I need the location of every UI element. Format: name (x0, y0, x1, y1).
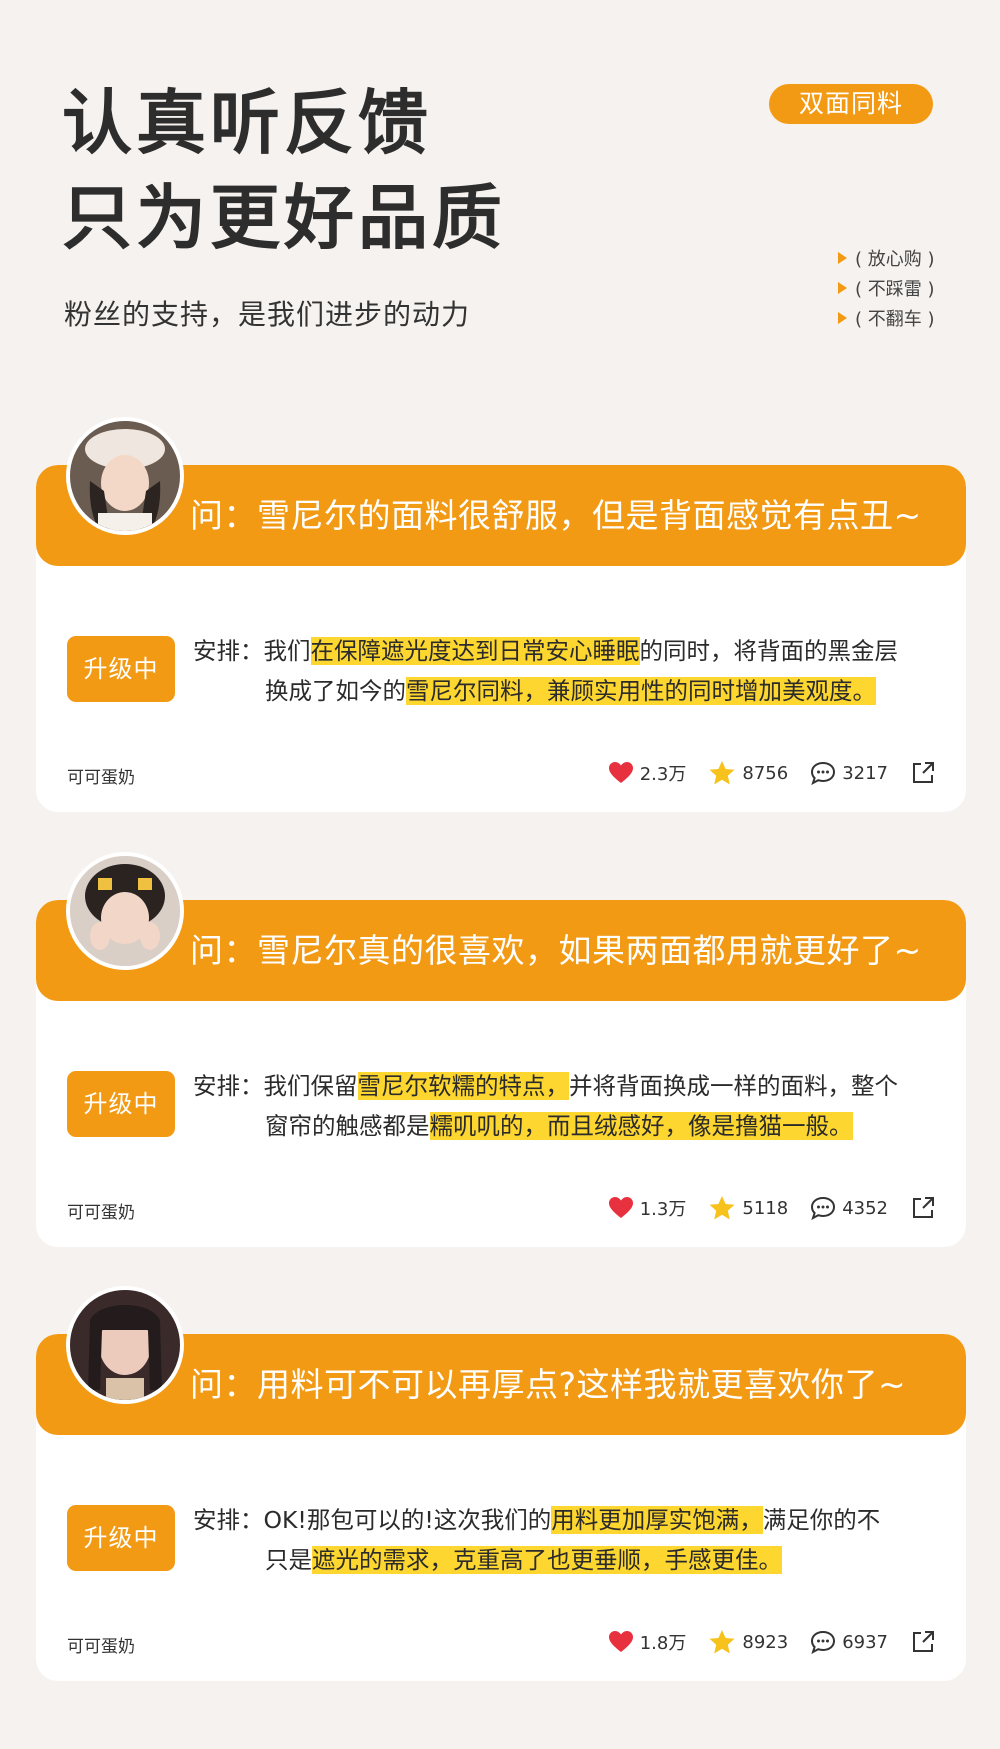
comment-icon (811, 1630, 836, 1654)
comment-count: 4352 (842, 1197, 888, 1219)
author-name: 可可蛋奶 (67, 1637, 135, 1657)
status-badge: 升级中 (67, 636, 175, 702)
like-stat[interactable]: 1.3万 (608, 1195, 687, 1221)
share-icon (913, 1631, 934, 1652)
answer-text: 安排：我们在保障遮光度达到日常安心睡眠的同时，将背面的黑金层 换成了如今的雪尼尔… (193, 631, 953, 711)
comment-icon (811, 1196, 836, 1220)
user-avatar-image (70, 421, 180, 531)
comment-stat[interactable]: 6937 (810, 1630, 888, 1654)
comment-count: 6937 (842, 1631, 888, 1653)
like-stat[interactable]: 1.8万 (608, 1629, 687, 1655)
like-count: 1.3万 (639, 1199, 687, 1220)
answer-segment: 安排：我们保留 (193, 1072, 358, 1100)
favorite-count: 8923 (742, 1631, 789, 1653)
share-icon (913, 762, 934, 783)
author-name: 可可蛋奶 (67, 1203, 135, 1223)
answer-highlight: 在保障遮光度达到日常安心睡眠 (310, 637, 640, 665)
triangle-bullet-icon (838, 252, 847, 264)
heart-icon (608, 1197, 633, 1218)
comment-count: 3217 (842, 762, 888, 784)
question-text: 问：雪尼尔的面料很舒服，但是背面感觉有点丑~ (190, 496, 922, 535)
avatar (66, 417, 184, 535)
answer-highlight: 糯叽叽的，而且绒感好，像是撸猫一般。 (429, 1112, 853, 1140)
answer-segment: 安排：我们 (193, 637, 311, 665)
comment-stat[interactable]: 3217 (810, 761, 888, 785)
engagement-stats: 1.3万 5118 4352 (586, 1192, 942, 1224)
answer-text: 安排：我们保留雪尼尔软糯的特点，并将背面换成一样的面料，整个 窗帘的触感都是糯叽… (193, 1066, 953, 1146)
page-title-line-2: 只为更好品质 (62, 177, 506, 259)
answer-highlight: 遮光的需求，克重高了也更垂顺，手感更佳。 (312, 1546, 782, 1574)
feedback-card: 问：用料可不可以再厚点?这样我就更喜欢你了~ 升级中 安排：OK!那包可以的!这… (36, 1334, 966, 1681)
avatar (66, 1286, 184, 1404)
star-icon (709, 761, 735, 785)
comment-icon (811, 761, 836, 785)
avatar (66, 852, 184, 970)
answer-segment: 只是 (265, 1546, 312, 1574)
author-name: 可可蛋奶 (67, 768, 135, 788)
answer-segment: 的同时，将背面的黑金层 (639, 637, 899, 665)
page-title-line-1: 认真听反馈 (62, 82, 432, 164)
question-text: 问：用料可不可以再厚点?这样我就更喜欢你了~ (190, 1365, 907, 1404)
share-button[interactable] (910, 1629, 942, 1655)
heart-icon (608, 1631, 633, 1652)
status-badge: 升级中 (67, 1071, 175, 1137)
feature-badge: 双面同料 (769, 84, 933, 124)
favorite-count: 5118 (742, 1197, 789, 1219)
heart-icon (608, 762, 633, 783)
tag-item: ( 不翻车 ) (838, 303, 935, 333)
answer-segment: 满足你的不 (762, 1506, 881, 1534)
user-avatar-image (70, 1290, 180, 1400)
answer-highlight: 雪尼尔同料，兼顾实用性的同时增加美观度。 (406, 677, 876, 705)
share-button[interactable] (910, 1195, 942, 1221)
star-icon (709, 1630, 735, 1654)
like-count: 1.8万 (639, 1633, 687, 1654)
answer-segment: 窗帘的触感都是 (265, 1112, 430, 1140)
comment-stat[interactable]: 4352 (810, 1196, 888, 1220)
answer-text: 安排：OK!那包可以的!这次我们的用料更加厚实饱满，满足你的不 只是遮光的需求，… (193, 1500, 953, 1580)
status-badge: 升级中 (67, 1505, 175, 1571)
feedback-card: 问：雪尼尔真的很喜欢，如果两面都用就更好了~ 升级中 安排：我们保留雪尼尔软糯的… (36, 900, 966, 1247)
answer-segment: 安排：OK!那包可以的!这次我们的 (193, 1506, 552, 1534)
feedback-card: 问：雪尼尔的面料很舒服，但是背面感觉有点丑~ 升级中 安排：我们在保障遮光度达到… (36, 465, 966, 812)
question-text: 问：雪尼尔真的很喜欢，如果两面都用就更好了~ (190, 931, 922, 970)
answer-segment: 换成了如今的 (265, 677, 406, 705)
favorite-count: 8756 (742, 762, 789, 784)
user-avatar-image (70, 856, 180, 966)
tag-label: ( 放心购 ) (855, 249, 935, 270)
tag-label: ( 不踩雷 ) (855, 279, 935, 300)
page-header: 认真听反馈 只为更好品质 粉丝的支持，是我们进步的动力 双面同料 ( 放心购 )… (0, 0, 1000, 380)
share-button[interactable] (910, 760, 942, 786)
engagement-stats: 2.3万 8756 3217 (586, 757, 942, 789)
page-subtitle: 粉丝的支持，是我们进步的动力 (64, 298, 471, 331)
share-icon (913, 1197, 934, 1218)
like-count: 2.3万 (639, 764, 687, 785)
triangle-bullet-icon (838, 282, 847, 294)
star-icon (709, 1196, 735, 1220)
like-stat[interactable]: 2.3万 (608, 760, 687, 786)
favorite-stat[interactable]: 8923 (708, 1629, 788, 1655)
engagement-stats: 1.8万 8923 6937 (586, 1626, 942, 1658)
answer-highlight: 用料更加厚实饱满， (551, 1506, 763, 1534)
tag-label: ( 不翻车 ) (855, 309, 935, 330)
favorite-stat[interactable]: 5118 (708, 1195, 788, 1221)
favorite-stat[interactable]: 8756 (708, 760, 788, 786)
answer-segment: 并将背面换成一样的面料，整个 (569, 1072, 898, 1100)
tag-item: ( 放心购 ) (838, 243, 935, 273)
answer-highlight: 雪尼尔软糯的特点， (357, 1072, 569, 1100)
tag-list: ( 放心购 ) ( 不踩雷 ) ( 不翻车 ) (838, 243, 935, 333)
tag-item: ( 不踩雷 ) (838, 273, 935, 303)
triangle-bullet-icon (838, 312, 847, 324)
